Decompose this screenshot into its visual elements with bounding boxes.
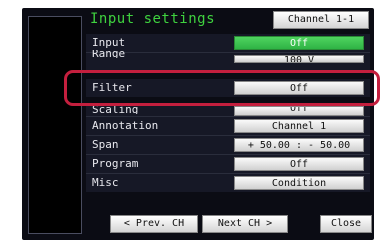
setting-label-range: Range (92, 50, 126, 58)
setting-value-span[interactable]: + 50.00 : - 50.00 (234, 138, 364, 152)
setting-value-range[interactable]: 100 V (234, 55, 364, 63)
setting-row-input: Input Off (86, 34, 370, 52)
setting-label-annotation: Annotation (92, 119, 159, 132)
setting-label-misc: Misc (92, 176, 119, 189)
setting-row-span: Span + 50.00 : - 50.00 (86, 136, 370, 154)
setting-value-annotation[interactable]: Channel 1 (234, 119, 364, 133)
setting-value-scaling[interactable]: Off (234, 106, 364, 116)
setting-label-scaling: Scaling (92, 106, 139, 114)
setting-row-range: Range 100 V (86, 50, 370, 71)
cropped-caption (0, 0, 385, 8)
setting-row-annotation: Annotation Channel 1 (86, 117, 370, 135)
setting-value-input[interactable]: Off (234, 36, 364, 50)
channel-preview-area (28, 16, 82, 234)
close-button[interactable]: Close (320, 215, 372, 233)
next-channel-button[interactable]: Next CH > (202, 215, 288, 233)
setting-row-misc: Misc Condition (86, 174, 370, 192)
channel-select-button[interactable]: Channel 1-1 (273, 11, 369, 29)
prev-channel-button[interactable]: < Prev. CH (110, 215, 198, 233)
setting-label-span: Span (92, 138, 119, 151)
page-title: Input settings (90, 11, 216, 27)
setting-row-program: Program Off (86, 155, 370, 173)
screenshot-frame: Input settings Channel 1-1 Input Off Ran… (0, 0, 385, 244)
setting-value-misc[interactable]: Condition (234, 176, 364, 190)
setting-value-program[interactable]: Off (234, 157, 364, 171)
filter-row-highlight (64, 70, 380, 106)
setting-label-program: Program (92, 157, 139, 170)
